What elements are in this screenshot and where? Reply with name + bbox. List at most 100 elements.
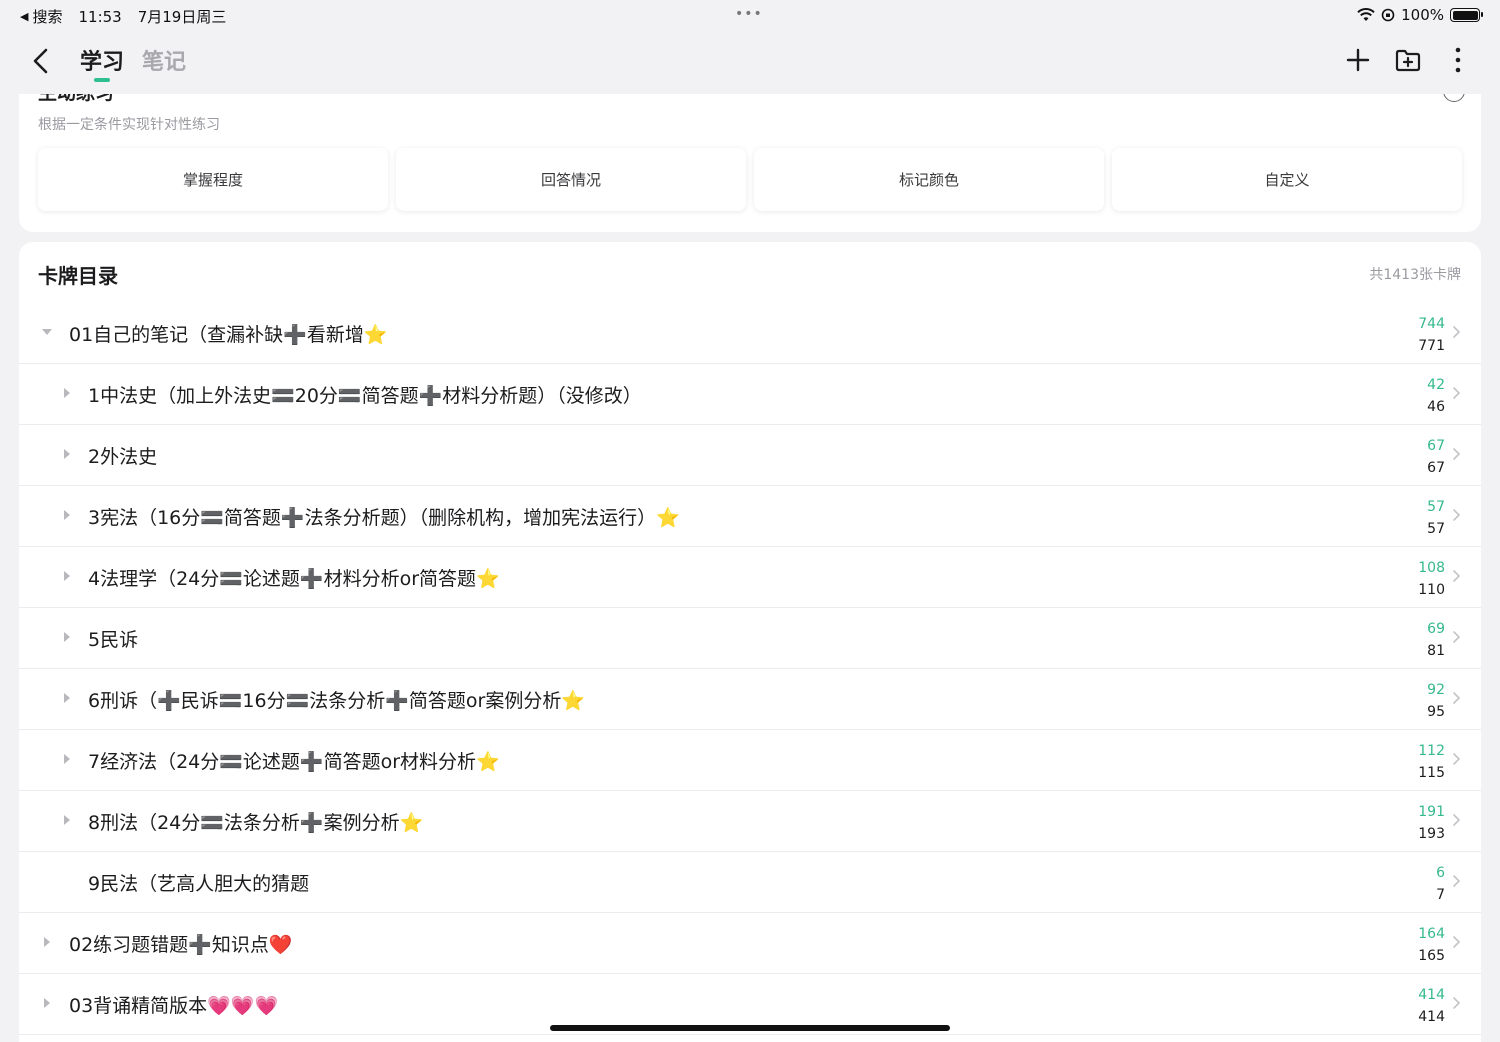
tab-notes[interactable]: 笔记 bbox=[142, 44, 186, 76]
card-count: 110 bbox=[1418, 582, 1445, 598]
chevron-right-icon bbox=[1453, 753, 1461, 765]
deck-counts: 112 115 bbox=[1385, 740, 1445, 784]
deck-name: 4法理学（24分🟰论述题➕材料分析or简答题⭐️ bbox=[88, 568, 500, 590]
card-count: 95 bbox=[1427, 704, 1445, 720]
triangle-right-icon[interactable] bbox=[61, 569, 73, 583]
deck-row[interactable]: 5民诉 69 81 bbox=[19, 608, 1481, 669]
deck-name: 9民法（艺高人胆大的猜题 bbox=[88, 873, 310, 895]
card-count: 414 bbox=[1418, 1009, 1445, 1025]
deck-row[interactable]: 4法理学（24分🟰论述题➕材料分析or简答题⭐️ 108 110 bbox=[19, 547, 1481, 608]
answer-status-button[interactable]: 回答情况 bbox=[396, 148, 746, 211]
card-count: 193 bbox=[1418, 826, 1445, 842]
deck-row[interactable]: 9民法（艺高人胆大的猜题 6 7 bbox=[19, 852, 1481, 913]
due-count: 108 bbox=[1418, 560, 1445, 576]
back-app-label[interactable]: 搜索 bbox=[32, 6, 62, 27]
triangle-right-icon[interactable] bbox=[61, 447, 73, 461]
deck-row[interactable]: 2外法史 67 67 bbox=[19, 425, 1481, 486]
triangle-right-icon[interactable] bbox=[61, 508, 73, 522]
tab-notes-label: 笔记 bbox=[142, 50, 187, 75]
deck-name: 1中法史（加上外法史🟰20分🟰简答题➕材料分析题）（没修改） bbox=[88, 385, 642, 407]
deck-row[interactable]: 8刑法（24分🟰法条分析➕案例分析⭐️ 191 193 bbox=[19, 791, 1481, 852]
deck-directory-card: 卡牌目录 共1413张卡牌 01自己的笔记（查漏补缺➕看新增⭐️ 744 771 1中… bbox=[19, 242, 1481, 1042]
triangle-right-icon[interactable] bbox=[61, 752, 73, 766]
deck-counts: 69 81 bbox=[1385, 618, 1445, 662]
new-folder-button[interactable] bbox=[1394, 44, 1422, 76]
deck-counts: 108 110 bbox=[1385, 557, 1445, 601]
triangle-right-icon[interactable] bbox=[61, 691, 73, 705]
back-chevron-icon[interactable] bbox=[26, 44, 56, 78]
status-bar: ◀ 搜索 11:53 7月19日周三 ••• 100% bbox=[0, 0, 1500, 30]
tab-study[interactable]: 学习 bbox=[80, 44, 125, 82]
deck-row[interactable]: 3宪法（16分🟰简答题➕法条分析题）（删除机构，增加宪法运行）⭐️ 57 57 bbox=[19, 486, 1481, 547]
triangle-right-icon[interactable] bbox=[61, 386, 73, 400]
mastery-level-button[interactable]: 掌握程度 bbox=[38, 148, 388, 211]
nav-tabs: 学习 笔记 bbox=[80, 44, 186, 82]
orientation-lock-icon bbox=[1381, 8, 1395, 22]
status-date: 7月19日周三 bbox=[137, 8, 227, 26]
triangle-right-icon[interactable] bbox=[61, 630, 73, 644]
deck-name: 3宪法（16分🟰简答题➕法条分析题）（删除机构，增加宪法运行）⭐️ bbox=[88, 507, 680, 529]
deck-counts: 191 193 bbox=[1385, 801, 1445, 845]
deck-row[interactable]: 01自己的笔记（查漏补缺➕看新增⭐️ 744 771 bbox=[19, 303, 1481, 364]
card-count: 81 bbox=[1427, 643, 1445, 659]
chevron-right-icon bbox=[1453, 875, 1461, 887]
chevron-right-icon bbox=[1453, 692, 1461, 704]
active-practice-card: 主动练习 根据一定条件实现针对性练习 掌握程度 回答情况 标记颜色 自定义 bbox=[19, 94, 1481, 232]
triangle-right-icon[interactable] bbox=[61, 813, 73, 827]
card-count: 57 bbox=[1427, 521, 1445, 537]
active-tab-indicator bbox=[94, 78, 110, 82]
deck-counts: 67 bbox=[1385, 862, 1445, 906]
chevron-right-icon bbox=[1453, 387, 1461, 399]
status-left: ◀ 搜索 11:53 7月19日周三 bbox=[20, 6, 226, 27]
custom-button[interactable]: 自定义 bbox=[1112, 148, 1462, 211]
more-options-button[interactable] bbox=[1444, 44, 1472, 76]
add-button[interactable] bbox=[1344, 44, 1372, 76]
deck-row[interactable]: 6刑诉（➕民诉🟰16分🟰法条分析➕简答题or案例分析⭐️ 92 95 bbox=[19, 669, 1481, 730]
multitasking-dots-icon[interactable]: ••• bbox=[735, 6, 763, 22]
due-count: 67 bbox=[1427, 438, 1445, 454]
deck-name: 8刑法（24分🟰法条分析➕案例分析⭐️ bbox=[88, 812, 424, 834]
chevron-right-icon bbox=[1453, 997, 1461, 1009]
help-icon[interactable] bbox=[1443, 94, 1465, 102]
deck-counts: 42 46 bbox=[1385, 374, 1445, 418]
card-count: 46 bbox=[1427, 399, 1445, 415]
deck-name: 2外法史 bbox=[88, 446, 158, 468]
deck-counts: 414 414 bbox=[1385, 984, 1445, 1028]
card-count: 67 bbox=[1427, 460, 1445, 476]
triangle-right-icon[interactable] bbox=[41, 996, 53, 1010]
deck-name: 5民诉 bbox=[88, 629, 139, 651]
card-count: 115 bbox=[1418, 765, 1445, 781]
deck-counts: 164 165 bbox=[1385, 923, 1445, 967]
due-count: 191 bbox=[1418, 804, 1445, 820]
back-to-app-icon[interactable]: ◀ bbox=[20, 10, 28, 23]
wifi-icon bbox=[1357, 8, 1375, 21]
deck-header: 卡牌目录 共1413张卡牌 bbox=[19, 242, 1481, 303]
deck-row[interactable]: 02练习题错题➕知识点❤️ 164 165 bbox=[19, 913, 1481, 974]
chevron-right-icon bbox=[1453, 570, 1461, 582]
due-count: 112 bbox=[1418, 743, 1445, 759]
due-count: 92 bbox=[1427, 682, 1445, 698]
tab-study-label: 学习 bbox=[80, 50, 125, 75]
home-indicator[interactable] bbox=[550, 1025, 950, 1031]
more-vertical-icon bbox=[1455, 47, 1461, 73]
due-count: 414 bbox=[1418, 987, 1445, 1003]
practice-filter-row: 掌握程度 回答情况 标记颜色 自定义 bbox=[38, 148, 1462, 211]
deck-row[interactable]: 1中法史（加上外法史🟰20分🟰简答题➕材料分析题）（没修改） 42 46 bbox=[19, 364, 1481, 425]
chevron-right-icon bbox=[1453, 631, 1461, 643]
mark-color-button[interactable]: 标记颜色 bbox=[754, 148, 1104, 211]
nav-bar: 学习 笔记 bbox=[0, 30, 1500, 94]
triangle-right-icon[interactable] bbox=[41, 935, 53, 949]
deck-name: 01自己的笔记（查漏补缺➕看新增⭐️ bbox=[69, 324, 388, 346]
due-count: 6 bbox=[1436, 865, 1445, 881]
triangle-down-icon[interactable] bbox=[41, 325, 53, 339]
card-count: 771 bbox=[1418, 338, 1445, 354]
status-time: 11:53 bbox=[78, 7, 122, 26]
status-right: 100% bbox=[1357, 6, 1483, 24]
deck-row[interactable]: 7经济法（24分🟰论述题➕简答题or材料分析⭐️ 112 115 bbox=[19, 730, 1481, 791]
chevron-right-icon bbox=[1453, 509, 1461, 521]
deck-name: 7经济法（24分🟰论述题➕简答题or材料分析⭐️ bbox=[88, 751, 500, 773]
due-count: 164 bbox=[1418, 926, 1445, 942]
due-count: 57 bbox=[1427, 499, 1445, 515]
practice-title: 主动练习 bbox=[38, 94, 114, 105]
card-count: 7 bbox=[1436, 887, 1445, 903]
